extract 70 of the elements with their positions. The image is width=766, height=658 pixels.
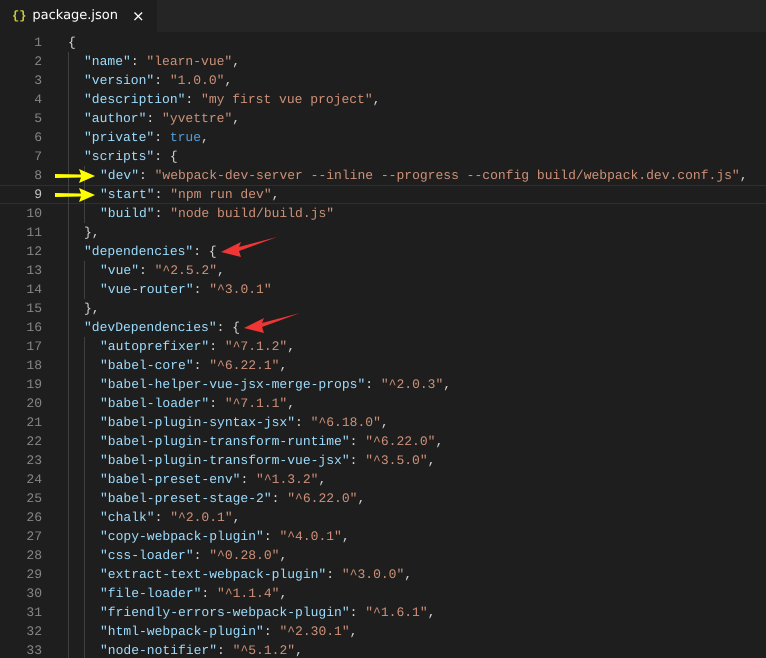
code-line: "babel-preset-stage-2": "^6.22.0",	[100, 490, 366, 507]
line-number: 28	[25, 547, 42, 564]
line-number: 14	[25, 281, 42, 298]
line-number: 22	[25, 433, 42, 450]
code-line: "version": "1.0.0",	[84, 72, 232, 89]
line-number: 31	[25, 604, 42, 621]
code-line: "private": true,	[84, 129, 209, 146]
line-number: 29	[25, 566, 42, 583]
line-number: 32	[25, 623, 42, 640]
code-line: "babel-preset-env": "^1.3.2",	[100, 471, 326, 488]
json-file-icon: {}	[12, 7, 26, 25]
line-number: 27	[25, 528, 42, 545]
line-number: 23	[25, 452, 42, 469]
line-number: 7	[33, 148, 42, 165]
code-line: },	[84, 300, 100, 317]
line-number: 9	[33, 186, 42, 203]
code-line: },	[84, 224, 100, 241]
code-line: "babel-plugin-syntax-jsx": "^6.18.0",	[100, 414, 389, 431]
code-line: "autoprefixer": "^7.1.2",	[100, 338, 296, 355]
line-number: 2	[33, 53, 42, 70]
line-number: 15	[25, 300, 42, 317]
code-line: "babel-loader": "^7.1.1",	[100, 395, 296, 412]
code-line: "start": "npm run dev",	[100, 186, 280, 203]
line-number: 4	[33, 91, 42, 108]
line-number: 18	[25, 357, 42, 374]
code-line: "chalk": "^2.0.1",	[100, 509, 240, 526]
code-line: "friendly-errors-webpack-plugin": "^1.6.1",	[100, 604, 436, 621]
code-line: "dependencies": {	[84, 243, 217, 260]
line-number: 5	[33, 110, 42, 127]
line-number: 19	[25, 376, 42, 393]
line-number: 1	[33, 34, 42, 51]
line-number: 20	[25, 395, 42, 412]
line-number: 26	[25, 509, 42, 526]
code-line: "babel-core": "^6.22.1",	[100, 357, 288, 374]
line-number: 10	[25, 205, 42, 222]
line-number: 17	[25, 338, 42, 355]
code-line: "node-notifier": "^5.1.2",	[100, 642, 303, 658]
code-line: "description": "my first vue project",	[84, 91, 380, 108]
close-button[interactable]: ×	[124, 8, 145, 24]
code-line: "devDependencies": {	[84, 319, 240, 336]
tab-title: package.json	[32, 7, 118, 26]
code-line: "babel-helper-vue-jsx-merge-props": "^2.0.3",	[100, 376, 452, 393]
code-line: "name": "learn-vue",	[84, 53, 240, 70]
code-line: "dev": "webpack-dev-server --inline --progress --config build/webpack.dev.conf.js",	[100, 167, 748, 184]
code-line: "author": "yvettre",	[84, 110, 240, 127]
code-line: "babel-plugin-transform-vue-jsx": "^3.5.0",	[100, 452, 436, 469]
code-line: "vue-router": "^3.0.1"	[100, 281, 272, 298]
line-number: 13	[25, 262, 42, 279]
file-tab[interactable]: {} package.json ×	[0, 0, 157, 32]
line-number: 8	[33, 167, 42, 184]
line-number: 11	[25, 224, 42, 241]
line-number: 33	[25, 642, 42, 658]
line-number: 16	[25, 319, 42, 336]
code-line: "css-loader": "^0.28.0",	[100, 547, 288, 564]
line-number: 25	[25, 490, 42, 507]
line-number: 6	[33, 129, 42, 146]
code-line: "build": "node build/build.js"	[100, 205, 334, 222]
code-line: "babel-plugin-transform-runtime": "^6.22.0",	[100, 433, 444, 450]
code-line: "scripts": {	[84, 148, 178, 165]
code-line: "vue": "^2.5.2",	[100, 262, 225, 279]
code-line: "copy-webpack-plugin": "^4.0.1",	[100, 528, 350, 545]
line-number: 21	[25, 414, 42, 431]
line-number: 30	[25, 585, 42, 602]
line-number: 24	[25, 471, 42, 488]
code-line: "html-webpack-plugin": "^2.30.1",	[100, 623, 358, 640]
code-line: {	[68, 34, 76, 51]
line-number: 3	[33, 72, 42, 89]
line-number: 12	[25, 243, 42, 260]
code-line: "file-loader": "^1.1.4",	[100, 585, 288, 602]
code-line: "extract-text-webpack-plugin": "^3.0.0",	[100, 566, 412, 583]
